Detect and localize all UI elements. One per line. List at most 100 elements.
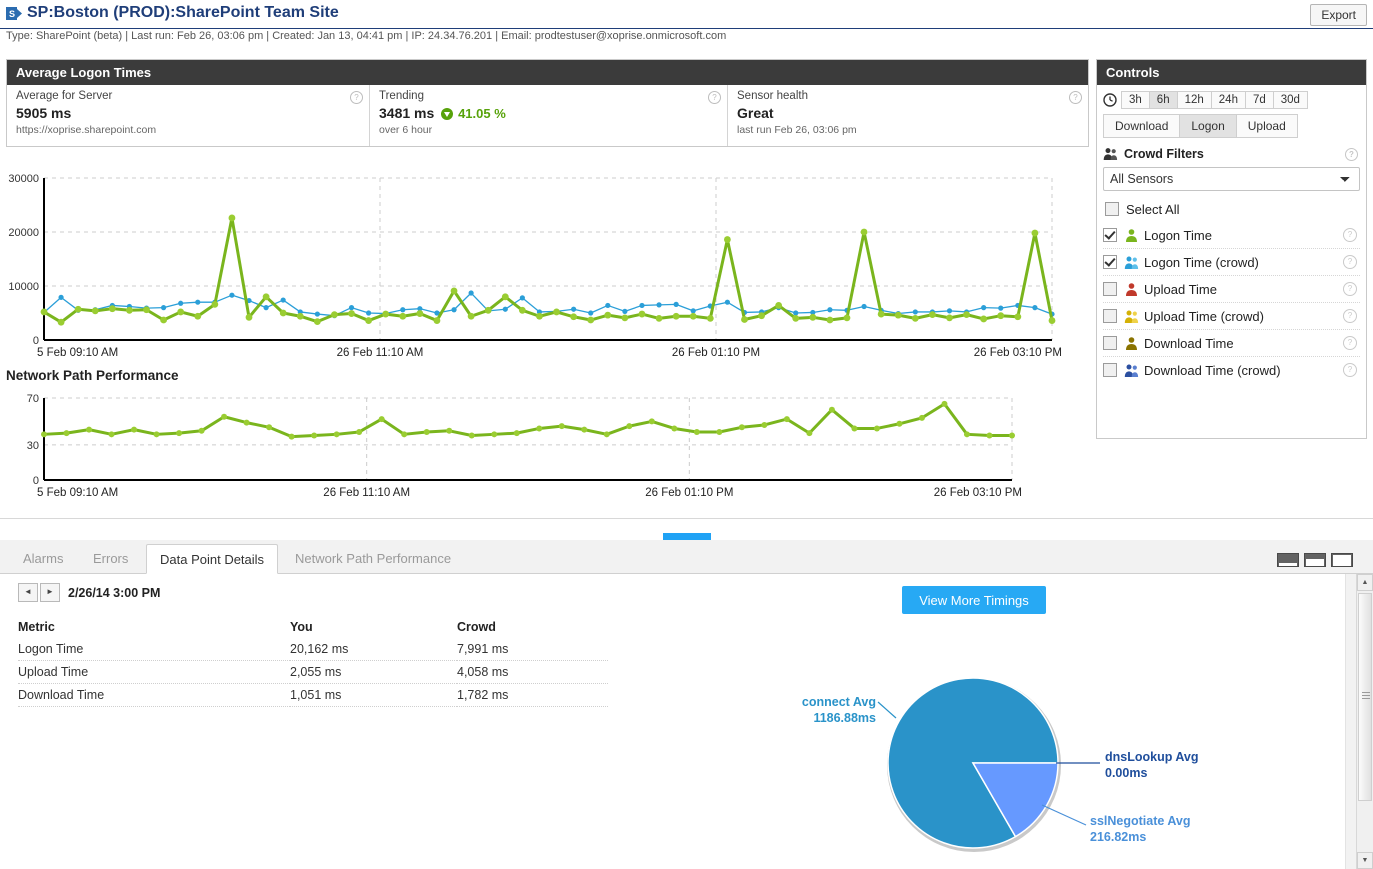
svg-text:S: S [9, 9, 15, 19]
help-icon[interactable]: ? [1343, 228, 1357, 242]
controls-body: 3h 6h 12h 24h 7d 30d Download Logon Uplo… [1097, 85, 1366, 383]
next-datapoint-button[interactable]: ► [40, 583, 60, 602]
datapoint-date-label: 2/26/14 3:00 PM [68, 585, 161, 600]
layout-buttons [1272, 553, 1353, 567]
time-range-24h[interactable]: 24h [1210, 91, 1246, 109]
content-scrollbar[interactable]: ▲ ▼ [1356, 574, 1373, 869]
help-icon[interactable]: ? [1343, 363, 1357, 377]
help-icon[interactable]: ? [1343, 309, 1357, 323]
table-row: Logon Time 20,162 ms 7,991 ms [18, 638, 608, 661]
upload-time-checkbox[interactable] [1103, 282, 1117, 296]
network-path-performance-title: Network Path Performance [6, 368, 179, 383]
logon-time-crowd-checkbox[interactable] [1103, 255, 1117, 269]
help-icon[interactable]: ? [1069, 91, 1082, 104]
svg-text:5 Feb 09:10 AM: 5 Feb 09:10 AM [37, 487, 118, 499]
summary-sub: https://xoprise.sharepoint.com [16, 124, 157, 136]
layout-split-icon[interactable] [1304, 553, 1326, 567]
help-icon[interactable]: ? [1343, 282, 1357, 296]
summary-cell-trending: Trending 3481 ms 41.05 % over 6 hour ? [370, 85, 728, 146]
time-range-bar: 3h 6h 12h 24h 7d 30d [1103, 91, 1360, 109]
tab-bar: Alarms Errors Data Point Details Network… [0, 544, 1373, 574]
time-range-3h[interactable]: 3h [1121, 91, 1150, 109]
page-meta: Type: SharePoint (beta) | Last run: Feb … [6, 30, 727, 42]
scrollbar-thumb[interactable] [1358, 593, 1372, 801]
crowd-filters-header: Crowd Filters ? [1103, 147, 1360, 161]
export-button[interactable]: Export [1310, 4, 1367, 26]
time-range-12h[interactable]: 12h [1176, 91, 1212, 109]
page-header: S SP:Boston (PROD):SharePoint Team Site … [0, 0, 1373, 42]
column-header-you: You [290, 620, 313, 634]
scroll-up-icon[interactable]: ▲ [1357, 574, 1373, 591]
upload-time-crowd-checkbox[interactable] [1103, 309, 1117, 323]
time-range-6h[interactable]: 6h [1148, 91, 1178, 109]
filter-label: Logon Time (crowd) [1144, 254, 1259, 270]
layout-full-icon[interactable] [1331, 553, 1353, 567]
mode-download-button[interactable]: Download [1103, 114, 1181, 138]
cell-you: 2,055 ms [290, 660, 457, 684]
tab-alarms[interactable]: Alarms [10, 544, 76, 574]
select-all-label: Select All [1126, 201, 1180, 217]
trend-down-icon [441, 108, 454, 120]
help-icon[interactable]: ? [1343, 336, 1357, 350]
filter-row-upload-time-crowd[interactable]: Upload Time (crowd) ? [1103, 303, 1360, 330]
download-time-checkbox[interactable] [1103, 336, 1117, 350]
filter-row-logon-time[interactable]: Logon Time ? [1103, 222, 1360, 249]
tab-data-point-details[interactable]: Data Point Details [146, 544, 279, 574]
average-logon-times-chart: 0 10000 20000 30000 5 Feb 09:10 AM 26 Feb 11:… [0, 168, 1096, 368]
svg-text:26 Feb 01:10 PM: 26 Feb 01:10 PM [672, 347, 760, 359]
timings-pie-chart: connect Avg 1186.88ms dnsLookup Avg 0.00ms s… [760, 660, 1220, 865]
svg-text:sslNegotiate Avg: sslNegotiate Avg [1090, 814, 1191, 828]
summary-cell-average-for-server: Average for Server 5905 ms https://xopri… [7, 85, 370, 146]
svg-text:1186.88ms: 1186.88ms [813, 711, 876, 725]
svg-text:5 Feb 09:10 AM: 5 Feb 09:10 AM [37, 347, 118, 359]
person-red-icon [1124, 282, 1139, 297]
svg-text:216.82ms: 216.82ms [1090, 830, 1146, 844]
select-all-checkbox[interactable] [1105, 202, 1119, 216]
mode-upload-button[interactable]: Upload [1235, 114, 1298, 138]
filter-row-download-time-crowd[interactable]: Download Time (crowd) ? [1103, 357, 1360, 383]
summary-delta: 41.05 % [458, 106, 506, 121]
download-time-crowd-checkbox[interactable] [1103, 363, 1117, 377]
filter-label: Logon Time [1144, 227, 1212, 243]
table-row: Download Time 1,051 ms 1,782 ms [18, 683, 608, 707]
svg-text:20000: 20000 [8, 227, 39, 239]
clock-icon [1103, 93, 1117, 107]
help-icon[interactable]: ? [350, 91, 363, 104]
column-header-metric: Metric [18, 620, 55, 634]
filter-row-upload-time[interactable]: Upload Time ? [1103, 276, 1360, 303]
tab-errors[interactable]: Errors [80, 544, 141, 574]
help-icon[interactable]: ? [1343, 255, 1357, 269]
help-icon[interactable]: ? [1345, 148, 1358, 161]
crowd-people-icon [1103, 147, 1118, 161]
summary-value-row: 3481 ms 41.05 % [379, 105, 718, 121]
view-more-timings-button[interactable]: View More Timings [902, 586, 1046, 614]
cell-crowd: 1,782 ms [457, 683, 608, 707]
cell-crowd: 4,058 ms [457, 660, 608, 684]
filter-label: Upload Time [1144, 281, 1217, 297]
layout-bottom-icon[interactable] [1277, 553, 1299, 567]
panel-title: Average Logon Times [7, 60, 1088, 85]
header-divider [0, 28, 1373, 29]
sensor-select[interactable]: All Sensors [1103, 167, 1360, 191]
splitter-handle[interactable] [663, 533, 711, 540]
logon-time-checkbox[interactable] [1103, 228, 1117, 242]
time-range-30d[interactable]: 30d [1272, 91, 1308, 109]
tab-network-path-performance[interactable]: Network Path Performance [282, 544, 464, 574]
prev-datapoint-button[interactable]: ◄ [18, 583, 38, 602]
datapoint-nav: ◄ ► 2/26/14 3:00 PM [18, 583, 160, 602]
help-icon[interactable]: ? [708, 91, 721, 104]
svg-text:dnsLookup Avg: dnsLookup Avg [1105, 750, 1199, 764]
average-logon-times-panel: Average Logon Times Average for Server 5… [6, 59, 1089, 147]
cell-metric: Logon Time [18, 638, 290, 661]
filter-row-select-all[interactable]: Select All [1103, 196, 1360, 222]
summary-sub: over 6 hour [379, 124, 433, 136]
mode-logon-button[interactable]: Logon [1179, 114, 1237, 138]
time-range-7d[interactable]: 7d [1244, 91, 1274, 109]
summary-value: 5905 ms [16, 105, 72, 121]
filter-label: Download Time [1144, 335, 1234, 351]
sharepoint-logo-icon: S [6, 6, 23, 23]
scroll-down-icon[interactable]: ▼ [1357, 852, 1373, 869]
svg-text:70: 70 [27, 393, 39, 405]
filter-row-logon-time-crowd[interactable]: Logon Time (crowd) ? [1103, 249, 1360, 276]
filter-row-download-time[interactable]: Download Time ? [1103, 330, 1360, 357]
